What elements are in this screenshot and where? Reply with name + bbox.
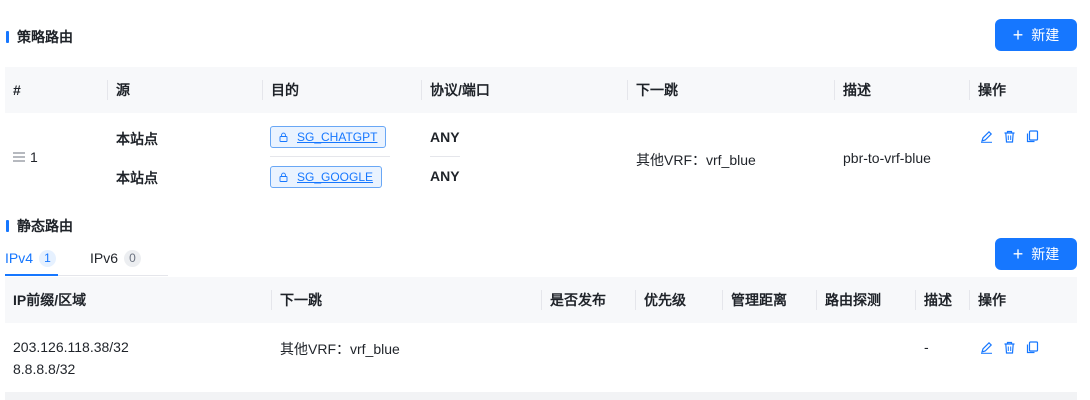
new-button-label: 新建 [1031,27,1060,43]
col-header-description: 描述 [843,82,871,98]
ip-prefix-cell: 203.126.118.38/32 [13,339,129,355]
col-header-index: # [13,82,21,98]
static-route-new-button[interactable]: + 新建 [995,238,1077,270]
col-header-priority: 优先级 [644,292,686,308]
protocol-cell: ANY [430,129,460,145]
description-cell: pbr-to-vrf-blue [843,150,931,166]
delete-icon[interactable] [1002,340,1017,355]
title-accent-bar [6,220,9,232]
tab-label: IPv6 [90,250,119,266]
col-header-next-hop: 下一跳 [280,292,322,308]
edit-icon[interactable] [979,129,994,144]
policy-route-table-header: # 源 目的 协议/端口 下一跳 描述 操作 [5,67,1077,113]
static-route-title: 静态路由 [17,218,73,234]
lock-icon [279,132,288,142]
tab-count-badge: 1 [39,249,57,267]
source-cell: 本站点 [116,170,158,186]
copy-icon[interactable] [1025,340,1040,355]
table-bottom-band [5,392,1077,400]
col-header-route-probe: 路由探测 [825,292,881,308]
ip-prefix-cell: 8.8.8.8/32 [13,361,76,377]
description-cell: - [924,339,929,355]
title-accent-bar [6,31,9,43]
static-route-table-header: IP前缀/区域 下一跳 是否发布 优先级 管理距离 路由探测 描述 操作 [5,277,1077,323]
plus-icon: + [1012,25,1024,45]
policy-route-new-button[interactable]: + 新建 [995,19,1077,51]
destination-tag-label: SG_CHATGPT [297,130,378,144]
col-header-source: 源 [116,82,130,98]
row-actions [979,129,1040,144]
col-header-protocol-port: 协议/端口 [430,82,490,98]
col-header-next-hop: 下一跳 [636,82,678,98]
static-route-section-title: 静态路由 [6,216,73,236]
sub-row-divider [430,156,460,157]
destination-tag-label: SG_GOOGLE [297,170,374,184]
protocol-cell: ANY [430,168,460,184]
lock-icon [279,172,288,182]
col-header-destination: 目的 [271,82,299,98]
drag-handle-icon[interactable] [12,151,26,163]
ip-version-tabs: IPv4 1 IPv6 0 [5,240,168,276]
source-cell: 本站点 [116,131,158,147]
col-header-actions: 操作 [978,82,1006,98]
table-row-index: 1 [12,149,38,165]
copy-icon[interactable] [1025,129,1040,144]
next-hop-cell: 其他VRF：vrf_blue [636,152,756,168]
new-button-label: 新建 [1031,246,1060,262]
col-header-actions: 操作 [978,292,1006,308]
policy-route-title: 策略路由 [17,29,73,45]
destination-tag[interactable]: SG_CHATGPT [270,126,387,148]
policy-route-section-title: 策略路由 [6,27,73,47]
next-hop-cell: 其他VRF：vrf_blue [280,341,400,357]
col-header-publish: 是否发布 [550,292,606,308]
col-header-admin-distance: 管理距离 [731,292,787,308]
tab-ipv6[interactable]: IPv6 0 [90,240,142,276]
col-header-ip-prefix: IP前缀/区域 [13,292,87,308]
row-actions [979,340,1040,355]
col-header-description: 描述 [924,292,952,308]
destination-tag[interactable]: SG_GOOGLE [270,166,383,188]
plus-icon: + [1012,244,1024,264]
tab-count-badge: 0 [124,249,142,267]
delete-icon[interactable] [1002,129,1017,144]
edit-icon[interactable] [979,340,994,355]
active-tab-indicator [5,274,58,276]
tab-ipv4[interactable]: IPv4 1 [5,240,57,276]
sub-row-divider [270,156,390,157]
row-index-number: 1 [30,149,38,165]
tab-label: IPv4 [5,250,34,266]
